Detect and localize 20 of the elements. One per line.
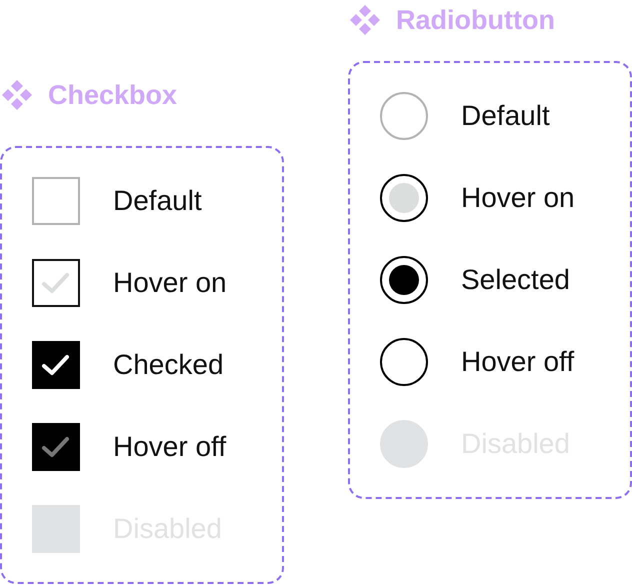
checkbox[interactable]: [32, 259, 80, 307]
checkbox[interactable]: [32, 177, 80, 225]
component-icon: [348, 4, 382, 36]
variant-label: Hover off: [113, 431, 226, 463]
radio-button[interactable]: [380, 256, 428, 304]
component-set-title: Radiobutton: [396, 4, 555, 36]
checkbox[interactable]: [32, 423, 80, 471]
checkbox[interactable]: [32, 341, 80, 389]
variant-label: Hover on: [461, 182, 575, 214]
component-set-title: Checkbox: [48, 79, 178, 111]
radio-button[interactable]: [380, 92, 428, 140]
variant-label: Default: [461, 100, 550, 132]
radio-button[interactable]: [380, 174, 428, 222]
variant-label: Hover off: [461, 346, 574, 378]
variant-label: Default: [113, 185, 202, 217]
radio-button[interactable]: [380, 338, 428, 386]
variant-label: Selected: [461, 264, 570, 296]
component-icon: [0, 79, 34, 111]
variant-label: Hover on: [113, 267, 227, 299]
variant-label: Checked: [113, 349, 224, 381]
